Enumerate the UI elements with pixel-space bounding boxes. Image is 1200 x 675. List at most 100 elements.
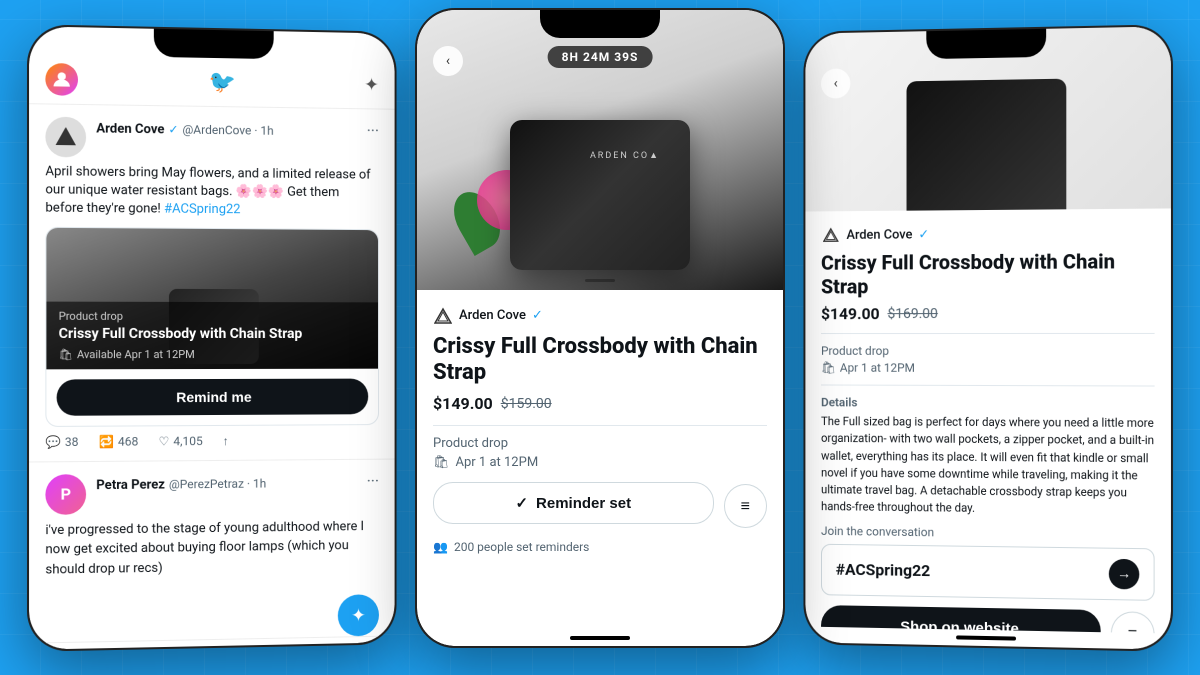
tweet-2-text: i've progressed to the stage of young ad… [45,516,379,579]
right-drop-date: 🛍 Apr 1 at 12PM [821,360,1155,375]
tweet-1-actions: 💬 38 🔁 468 ♡ 4,105 ↑ [45,432,379,448]
center-product-detail: Arden Cove ✓ Crissy Full Crossbody with … [417,290,783,630]
center-drop-date-text: Apr 1 at 12PM [456,455,539,470]
right-details-section: Details The Full sized bag is perfect fo… [821,395,1155,519]
tweet-1-hashtag[interactable]: #ACSpring22 [164,201,241,217]
shop-on-website-button[interactable]: Shop on website [821,604,1100,633]
center-action-row: ✓ Reminder set ≡ [433,482,767,530]
share-button-right[interactable]: ≡ [1110,611,1154,633]
comment-action[interactable]: 💬 38 [45,434,78,448]
tweet-1-handle: @ArdenCove · 1h [182,122,273,137]
tweet-2: P Petra Perez @PerezPetraz · 1h ··· i've… [29,459,395,592]
retweet-count: 468 [118,434,138,448]
back-button-center[interactable]: ‹ [433,46,463,76]
like-action[interactable]: ♡ 4,105 [159,433,203,447]
comment-count: 38 [65,434,79,448]
center-brand-name: Arden Cove [459,308,526,323]
back-button-right[interactable]: ‹ [821,68,850,98]
right-price-row: $149.00 $169.00 [821,303,1155,323]
twitter-logo-icon: 🐦 [209,69,236,94]
right-bag-shape [907,78,1067,210]
arden-cove-bag-logo: ARDEN CO▲ [590,150,660,161]
right-product-title: Crissy Full Crossbody with Chain Strap [821,249,1155,298]
reminder-set-label: Reminder set [536,495,631,512]
right-price-original: $169.00 [887,305,937,321]
right-drop-section: Product drop 🛍 Apr 1 at 12PM [821,343,1155,374]
home-indicator-center [570,636,630,640]
tweet-1-author-info: Arden Cove ✓ @ArdenCove · 1h [96,117,357,140]
tweet-1-more-icon[interactable]: ··· [367,121,379,140]
share-button-center[interactable]: ≡ [724,484,767,528]
nav-mail-icon[interactable]: ✉ [340,647,358,649]
left-screen: 🐦 ✦ Arden Cove ✓ @ArdenCove · 1h [29,26,395,649]
tweet-1-text: April showers bring May flowers, and a l… [45,163,379,221]
right-brand-row: Arden Cove ✓ [821,222,1155,244]
right-screen: ‹ Arden Cove ✓ Crissy Full Crossbody wit… [805,26,1171,649]
like-count: 4,105 [173,433,202,447]
tweet-2-handle: @PerezPetraz · 1h [169,476,266,491]
checkmark-icon: ✓ [515,494,528,512]
phone-notch-right [926,28,1046,58]
center-product-title: Crissy Full Crossbody with Chain Strap [433,334,767,387]
right-join-conversation: Join the conversation [821,523,1155,541]
phone-left: 🐦 ✦ Arden Cove ✓ @ArdenCove · 1h [27,24,397,652]
tweet-1-author-name: Arden Cove [96,121,164,137]
people-icon: 👥 [433,540,448,554]
tweet-1-verified-icon: ✓ [168,122,178,136]
product-drop-label: Product drop [59,310,367,323]
tweet-1-author[interactable]: Arden Cove ✓ @ArdenCove · 1h [96,117,357,140]
brand-logo-icon [433,306,453,326]
tweet-1-card-image: Product drop Crissy Full Crossbody with … [46,227,378,369]
tweet-1-avatar [45,116,86,157]
avatar[interactable] [45,62,78,95]
tweet-1-header: Arden Cove ✓ @ArdenCove · 1h ··· [45,116,379,160]
tweet-1-card[interactable]: Product drop Crissy Full Crossbody with … [45,226,379,426]
center-brand-verified-icon: ✓ [532,308,543,323]
calendar-icon: 🛍 [59,347,73,360]
center-brand-row: Arden Cove ✓ [433,306,767,326]
tweet-2-author-name: Petra Perez [96,477,165,493]
phone-right: ‹ Arden Cove ✓ Crissy Full Crossbody wit… [803,24,1173,652]
phone-center: ARDEN CO▲ ‹ 8H 24M 39S Arden Cove ✓ Cris… [415,8,785,648]
right-details-label: Details [821,395,1155,410]
divider-1 [433,425,767,426]
right-action-row: Shop on website ≡ [821,604,1155,633]
share-action[interactable]: ↑ [223,433,229,447]
center-price-original: $159.00 [501,396,552,412]
phone-notch-left [154,28,274,58]
scroll-indicator [585,279,615,282]
right-calendar-icon: 🛍 [821,360,836,374]
timer-display: 8H 24M 39S [548,46,653,68]
center-product-image: ARDEN CO▲ ‹ 8H 24M 39S [417,10,783,290]
tweet-2-more-icon[interactable]: ··· [367,471,379,490]
product-date-card: 🛍 Available Apr 1 at 12PM [59,347,367,360]
center-drop-date: 🛍 Apr 1 at 12PM [433,455,767,470]
tweet-2-author-info: Petra Perez @PerezPetraz · 1h [96,471,357,492]
right-divider-1 [821,332,1155,333]
phone-notch-center [540,10,660,38]
sparkle-icon[interactable]: ✦ [364,74,379,95]
center-people-text: 200 people set reminders [454,540,589,554]
tweet-card-overlay: Product drop Crissy Full Crossbody with … [46,301,378,368]
right-brand-name: Arden Cove [846,227,912,242]
retweet-icon: 🔁 [99,434,114,448]
center-price-row: $149.00 $159.00 [433,394,767,413]
compose-fab-button[interactable]: ✦ [338,594,379,636]
right-divider-2 [821,384,1155,386]
phones-container: 🐦 ✦ Arden Cove ✓ @ArdenCove · 1h [29,18,1171,658]
remind-me-button[interactable]: Remind me [57,378,369,415]
right-brand-logo-icon [821,225,841,245]
right-price-current: $149.00 [821,304,880,323]
right-drop-label: Product drop [821,343,1155,357]
hashtag-box[interactable]: #ACSpring22 → [821,543,1155,600]
reminder-set-button[interactable]: ✓ Reminder set [433,482,714,524]
tweet-2-avatar: P [45,473,86,514]
home-indicator-right [956,635,1016,640]
center-drop-label: Product drop [433,436,767,451]
bag-main-shape: ARDEN CO▲ [510,120,690,270]
retweet-action[interactable]: 🔁 468 [99,434,139,448]
right-details-text: The Full sized bag is perfect for days w… [821,413,1155,519]
product-date-text: Available Apr 1 at 12PM [77,347,195,360]
center-drop-info: Product drop 🛍 Apr 1 at 12PM [433,436,767,470]
heart-icon: ♡ [159,433,170,447]
